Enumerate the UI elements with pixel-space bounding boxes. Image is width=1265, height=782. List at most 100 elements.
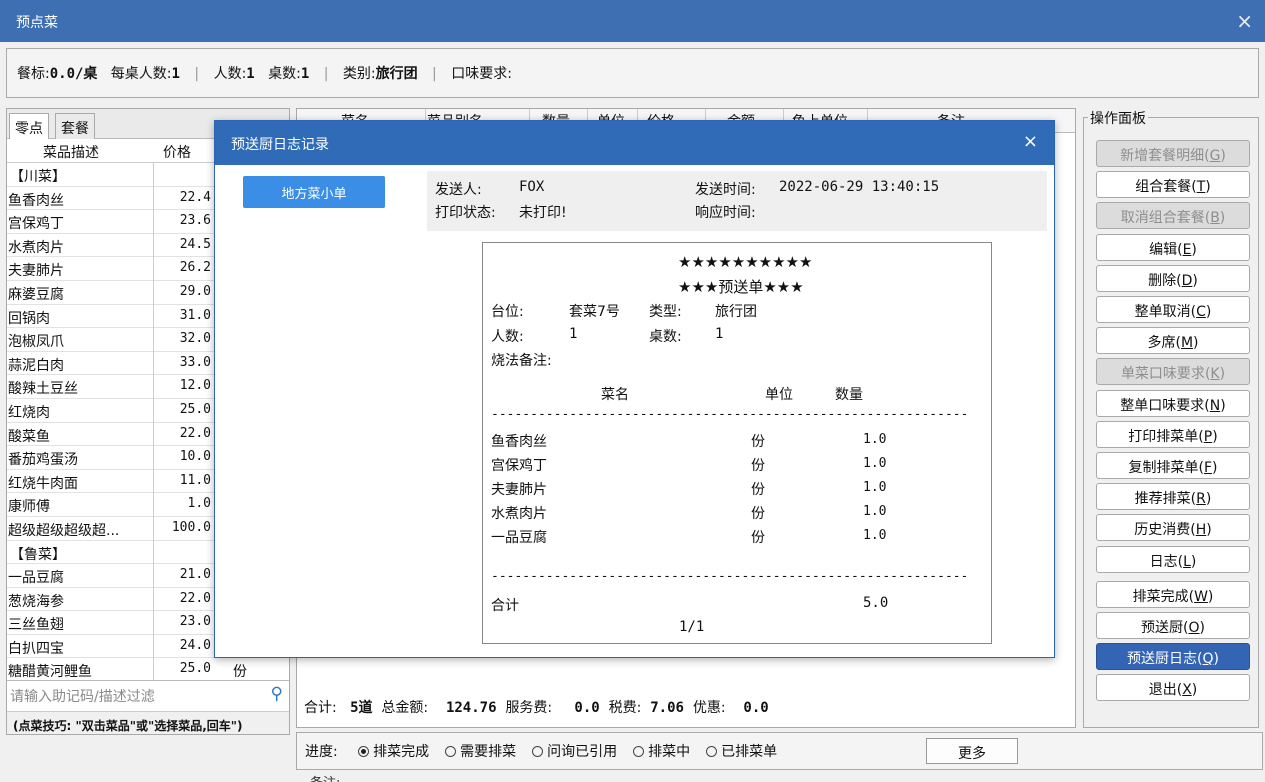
op-button-label: 打印排菜单	[1128, 428, 1199, 445]
close-icon[interactable]: ×	[1236, 9, 1253, 33]
receipt-type-value: 旅行团	[715, 304, 757, 320]
dish-price: 29.0	[179, 283, 211, 299]
kitchen-log-dialog: 预送厨日志记录 × 地方菜小单 发送人: FOX 发送时间: 2022-06-2…	[214, 120, 1055, 658]
send-info: 发送人: FOX 发送时间: 2022-06-29 13:40:15 打印状态:…	[427, 171, 1047, 231]
op-button[interactable]: 删除(D)	[1096, 264, 1250, 292]
sender-value: FOX	[519, 179, 545, 195]
print-status-value: 未打印!	[519, 205, 567, 221]
dish-name: 一品豆腐	[8, 570, 64, 587]
dish-name: 【川菜】	[10, 169, 66, 185]
progress-radio[interactable]: 排菜中	[633, 744, 690, 760]
dish-price: 10.0	[179, 449, 211, 465]
dish-price: 1.0	[187, 496, 211, 512]
dish-name: 糖醋黄河鲤鱼	[8, 664, 92, 681]
dish-price: 22.0	[179, 425, 211, 441]
receipt-col-name: 菜名	[601, 387, 629, 403]
radio-dot-icon	[706, 746, 718, 757]
op-button-label: 删除	[1148, 272, 1177, 289]
op-button[interactable]: 新增套餐明细(G)	[1096, 140, 1250, 167]
dish-price: 32.0	[179, 331, 211, 347]
total-value: 5道	[350, 700, 373, 716]
dish-row[interactable]: 糖醋黄河鲤鱼 25.0 份	[7, 658, 289, 683]
progress-option-label: 排菜中	[648, 744, 691, 760]
total-label: 合计:	[304, 700, 337, 716]
dish-price: 23.0	[179, 614, 211, 630]
receipt-item-qty: 1.0	[863, 480, 887, 495]
op-button-key: F	[1203, 460, 1213, 476]
search-input[interactable]: 请输入助记码/描述过滤	[10, 686, 155, 706]
progress-bar: 进度: 排菜完成 需要排菜 问询已引用 排菜中 已排菜单 更多	[296, 732, 1263, 770]
send-time-label: 发送时间:	[695, 182, 756, 198]
op-button[interactable]: 整单口味要求(N)	[1096, 389, 1250, 417]
std-label: 餐标:	[17, 66, 50, 82]
receipt-item-name: 水煮肉片	[491, 506, 547, 522]
op-button-label: 组合套餐	[1135, 179, 1192, 196]
op-button-label: 整单取消	[1134, 304, 1191, 320]
progress-radio[interactable]: 已排菜单	[706, 744, 777, 760]
dish-name: 水煮肉片	[8, 239, 64, 256]
op-button-key: N	[1209, 397, 1221, 414]
op-button[interactable]: 整单取消(C)	[1096, 296, 1250, 323]
col-price-header[interactable]: 价格	[163, 142, 191, 162]
dish-name: 康师傅	[8, 499, 50, 516]
dish-name: 回锅肉	[8, 310, 50, 327]
op-button-key: Q	[1202, 651, 1214, 668]
receipt-item-qty: 1.0	[863, 456, 887, 471]
dialog-close-icon[interactable]: ×	[1023, 131, 1038, 152]
op-button[interactable]: 打印排菜单(P)	[1096, 420, 1250, 448]
op-button[interactable]: 排菜完成(W)	[1096, 580, 1250, 608]
dialog-titlebar: 预送厨日志记录 ×	[215, 121, 1054, 165]
op-button-label: 取消组合套餐	[1120, 210, 1205, 227]
op-button[interactable]: 组合套餐(T)	[1096, 171, 1250, 199]
op-button[interactable]: 退出(X)	[1096, 674, 1250, 702]
receipt-table-value: 套菜7号	[569, 304, 620, 320]
receipt-col-qty: 数量	[835, 387, 863, 403]
receipt-item-qty: 1.0	[863, 432, 887, 447]
op-button-key: P	[1203, 428, 1213, 445]
op-button[interactable]: 历史消费(H)	[1096, 514, 1250, 542]
col-desc-header[interactable]: 菜品描述	[43, 142, 99, 162]
receipt-tables-value: 1	[715, 326, 724, 342]
progress-option-label: 需要排菜	[460, 744, 517, 760]
progress-radio[interactable]: 排菜完成	[358, 744, 429, 760]
print-status-label: 打印状态:	[435, 205, 496, 221]
discount-value: 0.0	[743, 700, 769, 716]
order-info-bar: 餐标:0.0/桌 每桌人数:1 | 人数:1 桌数:1 | 类别:旅行团 | 口…	[6, 48, 1259, 98]
dish-price: 22.4	[179, 189, 211, 205]
tables-value: 1	[300, 66, 310, 82]
op-button[interactable]: 复制排菜单(F)	[1096, 452, 1250, 479]
op-button[interactable]: 编辑(E)	[1096, 233, 1250, 261]
operation-panel: 操作面板 新增套餐明细(G) 组合套餐(T) 取消组合套餐(B) 编辑(E) 删除(D)…	[1083, 108, 1259, 728]
op-button[interactable]: 预送厨日志(Q)	[1096, 643, 1250, 671]
receipt-item-name: 宫保鸡丁	[491, 458, 547, 474]
receipt-item-name: 夫妻肺片	[491, 482, 547, 498]
more-button[interactable]: 更多	[926, 738, 1018, 764]
per-table-label: 每桌人数:	[110, 66, 172, 82]
progress-radio[interactable]: 需要排菜	[445, 744, 516, 760]
per-table-value: 1	[171, 66, 180, 82]
receipt-people-label: 人数:	[491, 329, 524, 345]
op-button[interactable]: 预送厨(O)	[1096, 612, 1250, 639]
dish-name: 红烧肉	[8, 404, 50, 421]
tab-a-la-carte[interactable]: 零点	[9, 113, 49, 139]
tax-value: 7.06	[650, 700, 684, 716]
search-icon[interactable]: ⚲	[271, 684, 283, 704]
dish-name: 【鲁菜】	[10, 546, 66, 563]
remark-label: 备注:	[310, 772, 340, 782]
op-button[interactable]: 推荐排菜(R)	[1096, 483, 1250, 511]
dish-name: 白扒四宝	[8, 640, 64, 657]
op-button[interactable]: 日志(L)	[1096, 545, 1250, 573]
tab-set-meal[interactable]: 套餐	[55, 113, 95, 139]
radio-dot-icon	[532, 746, 544, 757]
progress-radio[interactable]: 问询已引用	[532, 744, 617, 760]
op-button-key: C	[1196, 304, 1206, 320]
local-order-button[interactable]: 地方菜小单	[243, 176, 385, 208]
op-button[interactable]: 单菜口味要求(K)	[1096, 358, 1250, 386]
totals-bar: 合计: 5道 总金额: 124.76 服务费: 0.0 税费: 7.06 优惠:…	[296, 688, 1076, 726]
dish-unit: 份	[233, 664, 247, 681]
op-button[interactable]: 多席(M)	[1096, 327, 1250, 355]
op-button[interactable]: 取消组合套餐(B)	[1096, 202, 1250, 230]
receipt-item-unit: 份	[751, 482, 765, 498]
op-button-label: 历史消费	[1134, 522, 1191, 539]
radio-dot-icon	[358, 746, 370, 757]
